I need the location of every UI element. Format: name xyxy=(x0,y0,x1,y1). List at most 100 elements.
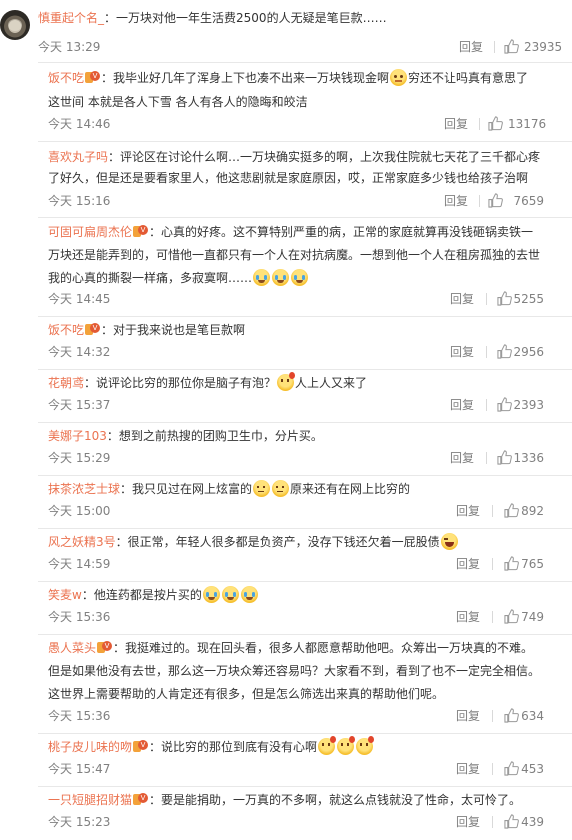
comment-meta: 今天 13:29 回复 23935 xyxy=(38,37,572,57)
reply-button[interactable]: 回复 xyxy=(456,706,480,726)
member-badge-icon: V xyxy=(133,740,149,753)
username[interactable]: 愚人菜头 xyxy=(48,641,96,655)
crying-emoji-icon xyxy=(291,269,309,286)
username[interactable]: 饭不吃 xyxy=(48,323,84,337)
reply-button[interactable]: 回复 xyxy=(450,289,474,309)
reply-text-line: 了好久，但是还是要看家里人，他这悲剧就是家庭原因，哎，正常家庭多少钱也给孩子治啊 xyxy=(48,171,529,185)
like-count: 453 xyxy=(521,762,544,776)
username[interactable]: 风之妖精3号 xyxy=(48,535,116,549)
comment-text: 评论区在讨论什么啊…一万块确实挺多的啊，上次我住院就七天花了三千都心疼 xyxy=(120,150,541,164)
laughing-emoji-icon xyxy=(440,533,458,550)
member-badge-icon: V xyxy=(85,323,101,336)
separator xyxy=(492,558,493,570)
timestamp: 今天 15:29 xyxy=(48,451,111,465)
speechless-emoji-icon xyxy=(253,480,271,497)
divider xyxy=(38,528,572,529)
comment-text: 我的心真的撕裂一样痛，多寂寞啊…… xyxy=(48,271,253,285)
member-badge-icon: V xyxy=(85,71,101,84)
comment-meta: 今天 15:16 回复 7659 xyxy=(48,191,572,211)
thumbs-up-icon[interactable] xyxy=(504,39,519,54)
username[interactable]: 美娜子103 xyxy=(48,429,107,443)
reply-text-line: 可固可扁周杰伦 V ：心真的好疼。这不算特别严重的病，正常的家庭就算再没钱砸锅卖铁一 xyxy=(48,225,534,239)
reply-button[interactable]: 回复 xyxy=(456,501,480,521)
reply-button[interactable]: 回复 xyxy=(456,759,480,779)
reply-text-line: 美娜子103：想到之前热搜的团购卫生巾，分片买。 xyxy=(48,429,323,443)
separator xyxy=(486,452,487,464)
reply-text-line: 饭不吃 V ：我毕业好几年了浑身上下也凑不出来一万块钱现金啊 穷还不让吗真有意思了 xyxy=(48,69,529,86)
thinking-emoji-icon xyxy=(356,736,375,755)
reply-text-line: 笑麦w：他连药都是按片买的 xyxy=(48,585,259,605)
comment-text: 他连药都是按片买的 xyxy=(93,588,202,602)
username[interactable]: 桃子皮儿味的吻 xyxy=(48,740,132,754)
comment-text: 穷还不让吗真有意思了 xyxy=(408,71,529,85)
reply-text-line: 但是如果他没有去世，那么这一万块众筹还容易吗？大家看不到，看到了也不一定完全相信… xyxy=(48,664,541,678)
separator xyxy=(486,399,487,411)
timestamp: 今天 14:59 xyxy=(48,557,111,571)
timestamp: 今天 15:36 xyxy=(48,610,111,624)
reply-text-line: 这世间 本就是各人下雪 各人有各人的隐晦和皎洁 xyxy=(48,95,308,109)
crying-emoji-icon xyxy=(272,269,290,286)
reply-button[interactable]: 回复 xyxy=(450,448,474,468)
divider xyxy=(38,581,572,582)
divider xyxy=(38,62,572,63)
reply-text-line: 万块还是能弄到的，可惜他一直都只有一个人在对抗病魔。一想到他一个人在租房孤独的去… xyxy=(48,248,541,262)
like-count: 892 xyxy=(521,504,544,518)
reply-text-line: 抹茶浓芝士球：我只见过在网上炫富的 原来还有在网上比穷的 xyxy=(48,480,411,497)
comment-meta: 今天 15:00 回复 892 xyxy=(48,501,572,521)
separator xyxy=(479,195,480,207)
reply-button[interactable]: 回复 xyxy=(450,342,474,362)
comment-text: 说评论比穷的那位你是脑子有泡？ xyxy=(96,376,277,390)
reply-button[interactable]: 回复 xyxy=(459,37,483,57)
reply-button[interactable]: 回复 xyxy=(456,554,480,574)
username[interactable]: 可固可扁周杰伦 xyxy=(48,225,132,239)
comment-text: 要是能捐助，一万真的不多啊，就这么点钱就没了性命，太可怜了。 xyxy=(161,793,522,807)
timestamp: 今天 15:36 xyxy=(48,709,111,723)
username[interactable]: 喜欢丸子吗 xyxy=(48,150,108,164)
crying-emoji-icon xyxy=(253,269,271,286)
comment-meta: 今天 14:59 回复 765 xyxy=(48,554,572,574)
reply-text-line: 一只短腿招财猫 V ：要是能捐助，一万真的不多啊，就这么点钱就没了性命，太可怜了。 xyxy=(48,793,522,807)
reply-button[interactable]: 回复 xyxy=(450,395,474,415)
separator xyxy=(492,505,493,517)
username[interactable]: 抹茶浓芝士球 xyxy=(48,482,120,496)
comment-meta: 今天 15:23 回复 439 xyxy=(48,812,572,832)
reply-text-line: 喜欢丸子吗：评论区在讨论什么啊…一万块确实挺多的啊，上次我住院就七天花了三千都心… xyxy=(48,150,541,164)
timestamp: 今天 13:29 xyxy=(38,40,101,54)
reply-button[interactable]: 回复 xyxy=(456,607,480,627)
comment-text: 我只见过在网上炫富的 xyxy=(132,482,253,496)
separator xyxy=(479,118,480,130)
reply-button[interactable]: 回复 xyxy=(444,114,468,134)
timestamp: 今天 15:16 xyxy=(48,194,111,208)
divider xyxy=(38,369,572,370)
timestamp: 今天 14:46 xyxy=(48,117,111,131)
thumbs-up-icon[interactable] xyxy=(488,193,503,208)
like-count: 2956 xyxy=(513,345,544,359)
username[interactable]: 笑麦w xyxy=(48,588,82,602)
crying-emoji-icon xyxy=(221,586,239,603)
smirk-emoji-icon xyxy=(390,69,408,86)
comment-text: 心真的好疼。这不算特别严重的病，正常的家庭就算再没钱砸锅卖铁一 xyxy=(161,225,534,239)
timestamp: 今天 14:45 xyxy=(48,292,111,306)
top-comment-text: 慎重起个名_：一万块对他一年生活费2500的人无疑是笔巨款…… xyxy=(38,11,387,25)
username[interactable]: 饭不吃 xyxy=(48,71,84,85)
avatar[interactable] xyxy=(0,10,30,40)
username[interactable]: 慎重起个名_ xyxy=(38,11,104,25)
username[interactable]: 花朝鸢 xyxy=(48,376,84,390)
reply-text-line: 这世界上需要帮助的人肯定还有很多，但是怎么筛选出来真的帮助他们呢。 xyxy=(48,687,445,701)
like-count: 765 xyxy=(521,557,544,571)
thumbs-up-icon[interactable] xyxy=(488,116,503,131)
crying-emoji-icon xyxy=(202,586,220,603)
reply-button[interactable]: 回复 xyxy=(444,191,468,211)
reply-button[interactable]: 回复 xyxy=(456,812,480,832)
comment-text: 一万块对他一年生活费2500的人无疑是笔巨款…… xyxy=(116,11,387,25)
comment-meta: 今天 14:45 回复 5255 xyxy=(48,289,572,309)
speechless-emoji-icon xyxy=(272,480,290,497)
reply-text-line: 桃子皮儿味的吻 V ：说比穷的那位到底有没有心啊 xyxy=(48,736,375,757)
comment-text: 原来还有在网上比穷的 xyxy=(290,482,411,496)
crying-emoji-icon xyxy=(240,586,258,603)
divider xyxy=(38,786,572,787)
username[interactable]: 一只短腿招财猫 xyxy=(48,793,132,807)
timestamp: 今天 14:32 xyxy=(48,345,111,359)
comment-text: 我挺难过的。现在回头看，很多人都愿意帮助他吧。众筹出一万块真的不难。 xyxy=(125,641,534,655)
like-count: 439 xyxy=(521,815,544,829)
